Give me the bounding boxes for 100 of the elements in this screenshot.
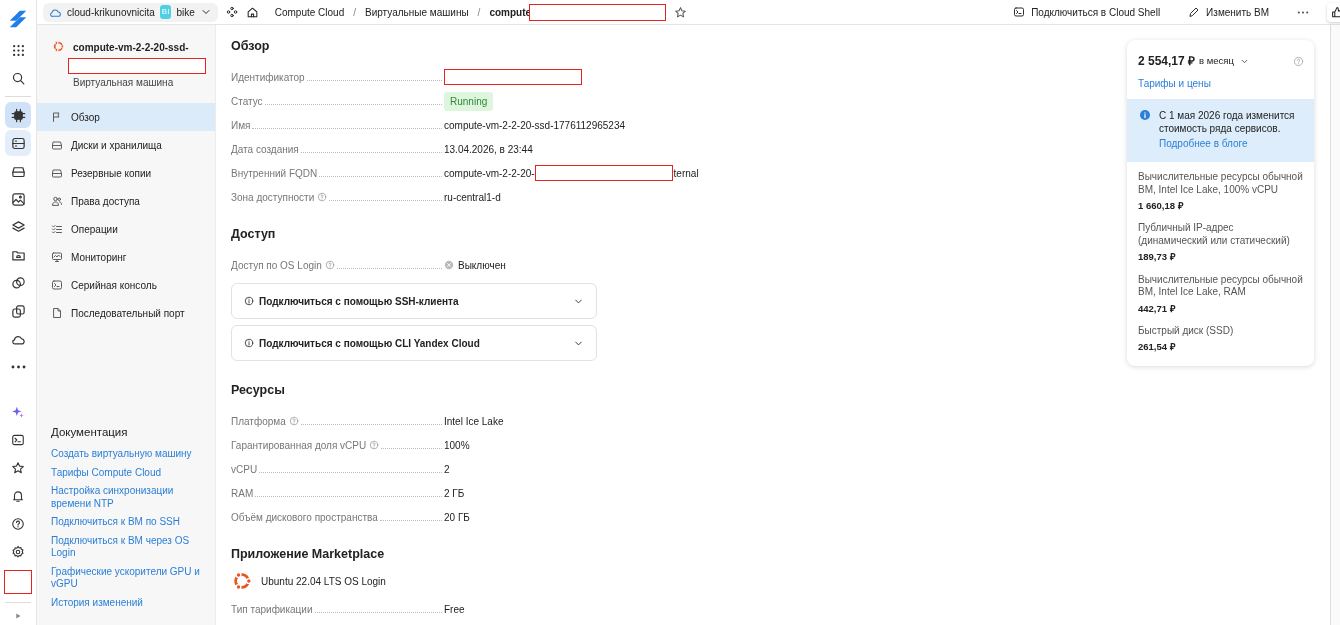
info-icon xyxy=(1139,108,1151,121)
field-label: vCPU xyxy=(231,462,258,477)
price-item-name: Публичный IP-адрес (динамический или статический) xyxy=(1138,222,1291,248)
nav-item[interactable]: Мониторинг xyxy=(37,243,215,271)
field-value: Intel Ice Lake xyxy=(444,414,504,429)
doc-link[interactable]: Подключиться к ВМ по SSH xyxy=(51,516,201,529)
price-item-name: Вычислительные ресурсы обычной ВМ, Intel Ice Lake, RAM xyxy=(1138,273,1304,299)
field-value: 100% xyxy=(444,438,470,453)
docs-heading: Документация xyxy=(51,424,129,440)
blog-link[interactable]: Подробнее в блоге xyxy=(1159,137,1304,150)
field-value: ternal xyxy=(673,166,699,181)
copy-icon xyxy=(10,303,26,319)
nav-item[interactable]: Резервные копии xyxy=(37,159,215,187)
cloud-selector[interactable]: cloud-krikunovnicita BI bike xyxy=(43,2,218,22)
app-name: Ubuntu 22.04 LTS OS Login xyxy=(261,574,386,589)
pencil-icon xyxy=(1188,6,1201,18)
vm-subtitle: Виртуальная машина xyxy=(73,76,175,90)
doc-link[interactable]: История изменений xyxy=(51,596,201,609)
cloud-shell-button[interactable]: Подключиться в Cloud Shell xyxy=(1003,4,1171,20)
accordion-header[interactable]: Подключиться с помощью SSH-клиента xyxy=(231,283,597,319)
field-value: Free xyxy=(444,602,465,617)
folder-badge: BI xyxy=(159,5,172,19)
field-value: 2 xyxy=(444,462,450,477)
apps-icon xyxy=(10,42,26,58)
price-total: 2 554,17 ₽ xyxy=(1138,53,1196,70)
accordion-header[interactable]: Подключиться с помощью CLI Yandex Cloud xyxy=(231,325,597,361)
notice-text: С 1 мая 2026 года изменится стоимость ряда сервисов. xyxy=(1159,108,1296,135)
rail-server-button[interactable] xyxy=(5,130,31,156)
breadcrumb-separator: / xyxy=(477,5,481,20)
monitor-icon xyxy=(51,251,63,263)
nav-item[interactable]: Серийная консоль xyxy=(37,271,215,299)
server-icon xyxy=(10,135,26,151)
section-heading: Приложение Marketplace xyxy=(231,547,386,562)
field-label: Имя xyxy=(231,118,251,133)
doc-link[interactable]: Графические ускорители GPU и vGPU xyxy=(51,565,201,591)
info-icon xyxy=(244,338,254,348)
more-icon xyxy=(10,365,26,369)
nav-item[interactable]: Операции xyxy=(37,215,215,243)
nav-item[interactable]: Обзор xyxy=(37,103,215,131)
breadcrumb-separator: / xyxy=(353,5,356,20)
more-icon xyxy=(1297,10,1309,14)
doc-link[interactable]: Создать виртуальную машину xyxy=(51,448,201,461)
section-heading: Доступ xyxy=(231,227,277,242)
field-label: Идентификатор xyxy=(231,70,305,85)
terminal-icon xyxy=(11,433,25,447)
section-heading: Ресурсы xyxy=(231,383,286,398)
rail-chip-button[interactable] xyxy=(5,102,31,128)
disabled-icon xyxy=(444,260,454,270)
status-badge: Running xyxy=(444,91,494,111)
breadcrumb-link[interactable]: Виртуальные машины xyxy=(365,4,469,20)
vm-title: compute-vm-2-2-20-ssd- xyxy=(73,41,190,55)
field-value: ru-central1-d xyxy=(444,190,501,205)
checklist-icon xyxy=(51,223,63,235)
terminal-icon xyxy=(1013,6,1026,18)
logo-icon xyxy=(7,8,29,30)
nodes-icon xyxy=(225,6,238,18)
field-value: Выключен xyxy=(458,258,506,273)
thumbs-up-icon xyxy=(1331,5,1340,19)
period-dropdown[interactable]: в месяц xyxy=(1195,53,1249,69)
ubuntu-icon xyxy=(52,40,65,53)
field-label: Доступ по OS Login xyxy=(231,258,322,273)
file-icon xyxy=(51,307,63,319)
price-item-name: Быстрый диск (SSD) xyxy=(1138,324,1235,338)
nav-item[interactable]: Права доступа xyxy=(37,187,215,215)
help-icon xyxy=(1293,55,1304,67)
field-label: Гарантированная доля vCPU xyxy=(231,438,367,453)
bell-icon xyxy=(11,489,25,503)
field-label: Внутренний FQDN xyxy=(231,166,318,181)
expand-icon xyxy=(13,611,23,621)
field-label: Дата создания xyxy=(231,142,299,157)
nav-item[interactable]: Последовательный порт xyxy=(37,299,215,327)
field-value: 20 ГБ xyxy=(444,510,470,525)
edit-button[interactable]: Изменить ВМ xyxy=(1178,4,1279,20)
price-item-value: 189,73 ₽ xyxy=(1138,250,1177,265)
settings-icon xyxy=(11,545,25,559)
price-item-value: 1 660,18 ₽ xyxy=(1138,199,1185,213)
field-label: RAM xyxy=(231,486,254,501)
doc-link[interactable]: Тарифы Compute Cloud xyxy=(51,466,201,479)
layers-icon xyxy=(10,219,26,235)
circles-icon xyxy=(10,275,26,291)
nav-item[interactable]: Диски и хранилища xyxy=(37,131,215,159)
star-icon xyxy=(11,461,25,475)
info-icon xyxy=(244,296,254,306)
tariffs-link[interactable]: Тарифы и цены xyxy=(1138,78,1304,91)
home-icon xyxy=(245,5,259,19)
field-value: compute-vm-2-2-20-ssd-1776112965234 xyxy=(444,118,626,133)
image-icon xyxy=(10,191,26,207)
field-value: compute-vm-2-2-20- xyxy=(444,166,535,181)
field-label: Платформа xyxy=(231,414,286,429)
sparkle-icon xyxy=(11,405,25,419)
breadcrumb-link[interactable]: Compute Cloud xyxy=(274,4,345,20)
field-value: 13.04.2026, в 23:44 xyxy=(444,142,533,157)
field-label: Объём дискового пространства xyxy=(231,510,378,525)
field-label: Зона доступности xyxy=(231,190,315,205)
price-item-value: 442,71 ₽ xyxy=(1138,301,1177,316)
terminal-icon xyxy=(51,279,63,291)
search-icon xyxy=(10,70,26,86)
favorite-icon xyxy=(674,5,688,19)
doc-link[interactable]: Настройка синхронизации времени NTP xyxy=(51,485,201,510)
doc-link[interactable]: Подключиться к ВМ через OS Login xyxy=(51,534,201,560)
